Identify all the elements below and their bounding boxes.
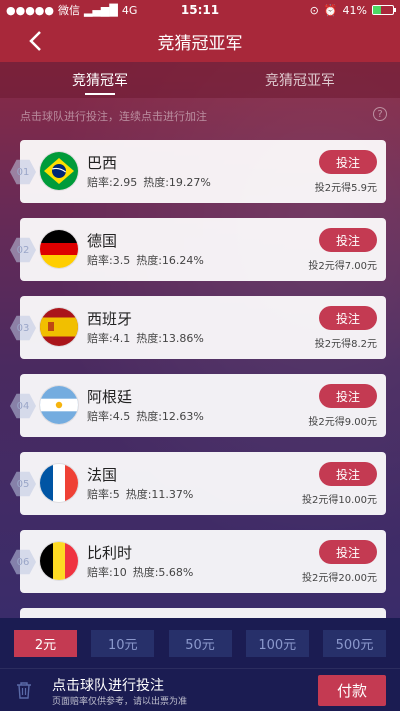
bet-button[interactable]: 投注	[319, 540, 377, 564]
flag-france-icon	[40, 464, 78, 502]
amount-50-button[interactable]: 50元	[168, 629, 232, 657]
amount-500-button[interactable]: 500元	[323, 629, 386, 657]
tab-champion-runnerup[interactable]: 竞猜冠亚军	[200, 62, 400, 98]
team-odds: 赔率:10	[87, 566, 127, 579]
battery-level	[373, 6, 382, 14]
team-card-brazil[interactable]: 01 巴西 赔率:2.95 热度:19.27% 投注 投2元得5.9元	[10, 140, 386, 203]
pay-button[interactable]: 付款	[318, 675, 386, 706]
team-heat: 热度:12.63%	[136, 410, 204, 423]
bet-button[interactable]: 投注	[319, 462, 377, 486]
team-card-spain[interactable]: 03 西班牙 赔率:4.1 热度:13.86% 投注 投2元得8.2元	[10, 296, 386, 359]
signal-dots-icon: ●●●●●	[6, 3, 54, 17]
flag-germany-icon	[40, 230, 78, 268]
bet-button[interactable]: 投注	[319, 150, 377, 174]
amount-selector: 2元 10元 50元 100元 500元	[0, 618, 400, 668]
page-title: 竞猜冠亚军	[157, 33, 243, 54]
help-icon[interactable]: ?	[373, 107, 387, 121]
battery-icon	[372, 5, 396, 15]
team-name: 法国	[87, 466, 118, 484]
payment-title: 点击球队进行投注	[52, 678, 164, 694]
team-name: 德国	[87, 232, 118, 250]
team-card-partial[interactable]	[20, 608, 386, 618]
team-heat: 热度:19.27%	[143, 176, 211, 189]
carrier-label: 微信	[58, 4, 80, 17]
bet-button[interactable]: 投注	[319, 384, 377, 408]
team-heat: 热度:13.86%	[136, 332, 204, 345]
status-bar: ●●●●● 微信 ▂▄▆█ 4G 15:11 ⊙ ⏰ 41%	[0, 0, 400, 20]
team-name: 巴西	[87, 154, 118, 172]
flag-belgium-icon	[40, 542, 78, 580]
flag-brazil-icon	[40, 152, 78, 190]
team-stats: 赔率:4.1 热度:13.86%	[87, 330, 204, 346]
payment-note: 页面赔率仅供参考，请以出票为准	[52, 697, 188, 707]
payout-text: 投2元得20.00元	[302, 573, 377, 584]
amount-2-button[interactable]: 2元	[14, 629, 77, 657]
payout-text: 投2元得9.00元	[308, 417, 377, 428]
team-heat: 热度:5.68%	[132, 566, 194, 579]
amount-100-button[interactable]: 100元	[245, 629, 309, 657]
team-stats: 赔率:5 热度:11.37%	[87, 486, 193, 502]
team-stats: 赔率:2.95 热度:19.27%	[87, 174, 211, 190]
trash-icon[interactable]	[15, 680, 33, 700]
alarm-icon: ⏰	[323, 3, 338, 17]
team-stats: 赔率:4.5 热度:12.63%	[87, 408, 204, 424]
hint-text: 点击球队进行投注，连续点击进行加注	[20, 110, 207, 123]
flag-argentina-icon	[40, 386, 78, 424]
bet-button[interactable]: 投注	[319, 306, 377, 330]
team-card-argentina[interactable]: 04 阿根廷 赔率:4.5 热度:12.63% 投注 投2元得9.00元	[10, 374, 386, 437]
orientation-lock-icon: ⊙	[309, 3, 319, 17]
team-odds: 赔率:3.5	[87, 254, 131, 267]
team-heat: 热度:11.37%	[125, 488, 194, 501]
team-card-france[interactable]: 05 法国 赔率:5 热度:11.37% 投注 投2元得10.00元	[10, 452, 386, 515]
team-odds: 赔率:5	[87, 488, 120, 501]
team-odds: 赔率:4.5	[87, 410, 131, 423]
payment-bar: 点击球队进行投注 页面赔率仅供参考，请以出票为准 付款	[0, 668, 400, 711]
team-name: 比利时	[87, 544, 133, 562]
nav-bar: 竞猜冠亚军	[0, 20, 400, 62]
team-card-belgium[interactable]: 06 比利时 赔率:10 热度:5.68% 投注 投2元得20.00元	[10, 530, 386, 593]
team-stats: 赔率:3.5 热度:16.24%	[87, 252, 204, 268]
payout-text: 投2元得7.00元	[308, 261, 377, 272]
flag-spain-icon	[40, 308, 78, 346]
signal-bars-icon: ▂▄▆█	[84, 3, 118, 17]
back-button[interactable]	[22, 28, 48, 54]
team-odds: 赔率:2.95	[87, 176, 138, 189]
payout-text: 投2元得5.9元	[314, 183, 377, 194]
team-odds: 赔率:4.1	[87, 332, 131, 345]
amount-10-button[interactable]: 10元	[91, 629, 155, 657]
team-name: 阿根廷	[87, 388, 133, 406]
team-stats: 赔率:10 热度:5.68%	[87, 564, 193, 580]
bet-button[interactable]: 投注	[319, 228, 377, 252]
tab-bar: 竞猜冠军 竞猜冠亚军	[0, 62, 400, 98]
team-heat: 热度:16.24%	[136, 254, 204, 267]
payout-text: 投2元得8.2元	[314, 339, 377, 350]
network-label: 4G	[121, 3, 138, 17]
battery-percent: 41%	[342, 3, 367, 17]
team-name: 西班牙	[87, 310, 133, 328]
tab-champion[interactable]: 竞猜冠军	[0, 62, 200, 98]
team-card-germany[interactable]: 02 德国 赔率:3.5 热度:16.24% 投注 投2元得7.00元	[10, 218, 386, 281]
payout-text: 投2元得10.00元	[302, 495, 377, 506]
chevron-left-icon	[29, 31, 41, 51]
